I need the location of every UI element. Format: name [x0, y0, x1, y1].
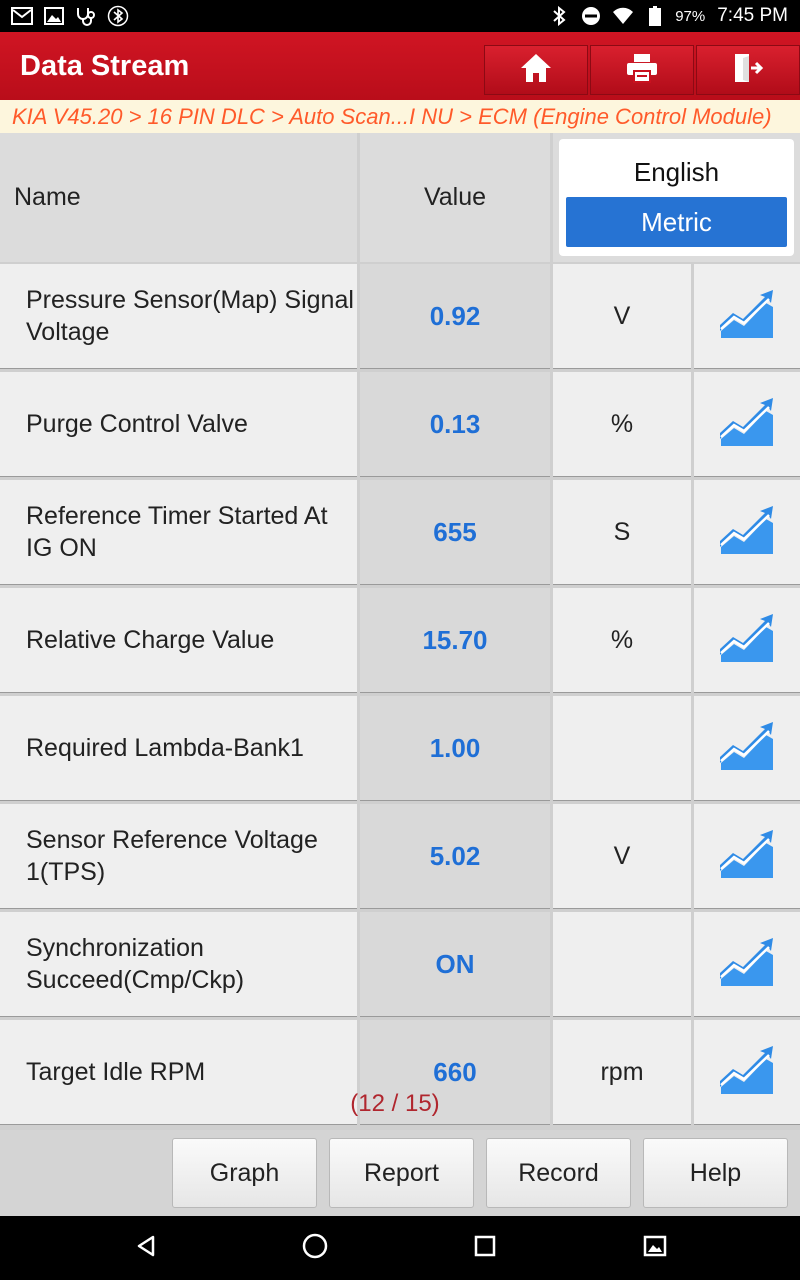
- chart-icon: [719, 613, 775, 668]
- system-nav-bar: [0, 1216, 800, 1280]
- do-not-disturb-icon: [579, 4, 603, 28]
- table-row[interactable]: Sensor Reference Voltage 1(TPS) 5.02 V: [0, 804, 800, 909]
- row-name: Relative Charge Value: [0, 588, 357, 693]
- battery-icon: [643, 4, 667, 28]
- status-bar: 97% 7:45 PM: [0, 0, 800, 32]
- exit-icon: [731, 52, 765, 89]
- graph-toggle-button[interactable]: [694, 264, 800, 369]
- exit-button[interactable]: [696, 45, 800, 95]
- column-header-unit: English Metric: [553, 133, 800, 262]
- recents-button[interactable]: [465, 1228, 505, 1268]
- graph-toggle-button[interactable]: [694, 480, 800, 585]
- page-indicator: (12 / 15): [350, 1090, 440, 1117]
- page-title: Data Stream: [20, 49, 190, 82]
- home-circle-icon: [301, 1232, 329, 1265]
- back-button[interactable]: [126, 1228, 166, 1268]
- row-unit: S: [553, 480, 691, 585]
- image-icon: [42, 4, 66, 28]
- print-icon: [625, 52, 659, 89]
- home-icon: [519, 52, 553, 89]
- wifi-icon: [611, 4, 635, 28]
- chart-icon: [719, 721, 775, 776]
- battery-level: 97%: [675, 7, 706, 25]
- recents-icon: [473, 1234, 497, 1263]
- screenshot-button[interactable]: [635, 1228, 675, 1268]
- stethoscope-icon: [74, 4, 98, 28]
- bluetooth-icon: [547, 4, 571, 28]
- chart-icon: [719, 505, 775, 560]
- row-name: Synchronization Succeed(Cmp/Ckp): [0, 912, 357, 1017]
- graph-button[interactable]: Graph: [172, 1138, 317, 1208]
- row-value: 1.00: [360, 696, 550, 801]
- report-button[interactable]: Report: [329, 1138, 474, 1208]
- row-value: 0.92: [360, 264, 550, 369]
- unit-toggle: English Metric: [559, 139, 794, 256]
- row-unit: %: [553, 372, 691, 477]
- table-row[interactable]: Required Lambda-Bank1 1.00: [0, 696, 800, 801]
- graph-toggle-button[interactable]: [694, 372, 800, 477]
- graph-toggle-button[interactable]: [694, 696, 800, 801]
- chart-icon: [719, 829, 775, 884]
- row-name: Purge Control Valve: [0, 372, 357, 477]
- chart-icon: [719, 937, 775, 992]
- row-value: 0.13: [360, 372, 550, 477]
- table-row[interactable]: Pressure Sensor(Map) Signal Voltage 0.92…: [0, 264, 800, 369]
- row-unit: [553, 912, 691, 1017]
- breadcrumb: KIA V45.20 > 16 PIN DLC > Auto Scan...I …: [0, 100, 800, 133]
- column-header-value: Value: [360, 133, 550, 262]
- graph-toggle-button[interactable]: [694, 1020, 800, 1125]
- unit-metric-option[interactable]: Metric: [566, 197, 787, 247]
- gmail-icon: [10, 4, 34, 28]
- action-bar: Graph Report Record Help: [0, 1130, 800, 1216]
- help-button[interactable]: Help: [643, 1138, 788, 1208]
- bluetooth-circle-icon: [106, 4, 130, 28]
- row-name: Target Idle RPM: [0, 1020, 357, 1125]
- graph-toggle-button[interactable]: [694, 804, 800, 909]
- row-value: 655: [360, 480, 550, 585]
- row-value: ON: [360, 912, 550, 1017]
- clock: 7:45 PM: [717, 5, 788, 26]
- row-unit: rpm: [553, 1020, 691, 1125]
- chart-icon: [719, 397, 775, 452]
- table-row[interactable]: Purge Control Valve 0.13 %: [0, 372, 800, 477]
- table-row[interactable]: Synchronization Succeed(Cmp/Ckp) ON: [0, 912, 800, 1017]
- row-unit: V: [553, 804, 691, 909]
- home-nav-button[interactable]: [295, 1228, 335, 1268]
- table-row[interactable]: Reference Timer Started At IG ON 655 S: [0, 480, 800, 585]
- table-row[interactable]: Relative Charge Value 15.70 %: [0, 588, 800, 693]
- row-name: Required Lambda-Bank1: [0, 696, 357, 801]
- row-value: 15.70: [360, 588, 550, 693]
- chart-icon: [719, 1045, 775, 1100]
- row-unit: [553, 696, 691, 801]
- home-button[interactable]: [484, 45, 588, 95]
- print-button[interactable]: [590, 45, 694, 95]
- row-name: Reference Timer Started At IG ON: [0, 480, 357, 585]
- record-button[interactable]: Record: [486, 1138, 631, 1208]
- row-value: 5.02: [360, 804, 550, 909]
- row-unit: %: [553, 588, 691, 693]
- column-header-name: Name: [0, 133, 357, 262]
- graph-toggle-button[interactable]: [694, 912, 800, 1017]
- back-icon: [134, 1234, 158, 1263]
- row-unit: V: [553, 264, 691, 369]
- row-name: Pressure Sensor(Map) Signal Voltage: [0, 264, 357, 369]
- app-header: Data Stream: [0, 32, 800, 100]
- screenshot-icon: [643, 1234, 667, 1263]
- data-stream-table: Name Value English Metric Pressure Senso…: [0, 133, 800, 1130]
- graph-toggle-button[interactable]: [694, 588, 800, 693]
- row-name: Sensor Reference Voltage 1(TPS): [0, 804, 357, 909]
- unit-english-option[interactable]: English: [559, 157, 794, 188]
- chart-icon: [719, 289, 775, 344]
